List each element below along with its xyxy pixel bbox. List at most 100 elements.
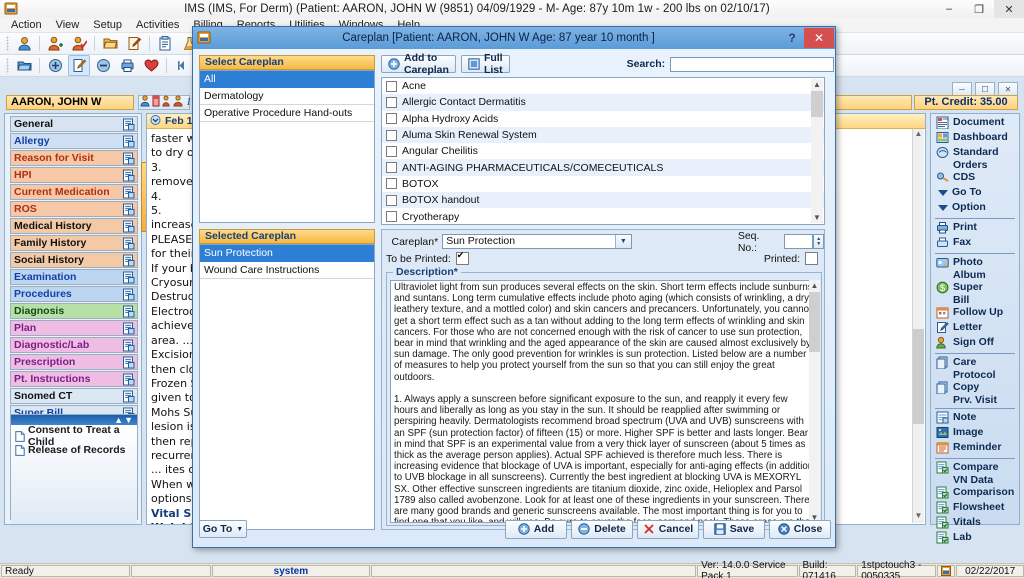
sidebar-item-reason-for-visit[interactable]: Reason for Visit xyxy=(10,150,138,166)
sidebar-item-print[interactable]: Print xyxy=(931,221,1019,236)
sidebar-item-care-protocol[interactable]: Care Protocol xyxy=(931,356,1019,381)
sidebar-item-prescription[interactable]: Prescription xyxy=(10,354,138,370)
sidebar-item-document[interactable]: Document xyxy=(931,116,1019,131)
favorite-icon[interactable] xyxy=(140,55,162,76)
sidebar-item-option[interactable]: Option xyxy=(931,201,1019,216)
dialog-close-button[interactable]: ✕ xyxy=(804,28,834,48)
description-scrollbar[interactable]: ▲ ▼ xyxy=(809,280,820,523)
selected-careplan-list[interactable]: Sun Protection Wound Care Instructions xyxy=(199,244,375,530)
close-button[interactable]: Close xyxy=(769,519,831,539)
menu-item-action[interactable]: Action xyxy=(4,18,49,33)
status-icon[interactable] xyxy=(937,565,956,577)
menu-item-setup[interactable]: Setup xyxy=(86,18,129,33)
note-list-icon[interactable] xyxy=(122,186,135,199)
sidebar-item-medical-history[interactable]: Medical History xyxy=(10,218,138,234)
list-item[interactable]: Release of Records xyxy=(11,443,137,457)
note-list-icon[interactable] xyxy=(122,339,135,352)
table-row[interactable]: BOTOX xyxy=(382,176,824,192)
to-be-printed-checkbox[interactable] xyxy=(455,250,469,265)
patient-icon[interactable] xyxy=(140,95,150,110)
careplan-scroll-thumb[interactable] xyxy=(811,91,823,117)
document-scroll-thumb[interactable] xyxy=(913,329,924,424)
sidebar-item-examination[interactable]: Examination xyxy=(10,269,138,285)
sidebar-item-note[interactable]: Note xyxy=(931,411,1019,426)
sidebar-item-reminder[interactable]: Reminder xyxy=(931,441,1019,456)
clipboard-icon[interactable] xyxy=(154,33,176,54)
sidebar-item-flowsheet[interactable]: Flowsheet xyxy=(931,501,1019,516)
description-scroll-thumb[interactable] xyxy=(809,292,820,352)
list-item[interactable]: Dermatology xyxy=(200,88,374,105)
restore-button[interactable]: ❐ xyxy=(964,0,994,18)
note-list-icon[interactable] xyxy=(122,390,135,403)
note-list-icon[interactable] xyxy=(122,271,135,284)
sidebar-item-plan[interactable]: Plan xyxy=(10,320,138,336)
menu-item-view[interactable]: View xyxy=(49,18,87,33)
sidebar-item-allergy[interactable]: Allergy xyxy=(10,133,138,149)
sidebar-item-family-history[interactable]: Family History xyxy=(10,235,138,251)
chevron-down-icon[interactable]: ▼ xyxy=(614,235,631,248)
careplan-checkbox[interactable] xyxy=(386,178,397,190)
sidebar-item-follow-up[interactable]: Follow Up xyxy=(931,306,1019,321)
add-record-icon[interactable] xyxy=(44,55,66,76)
sidebar-item-super-bill[interactable]: $ Super Bill xyxy=(931,281,1019,306)
scroll-up-icon[interactable]: ▲ xyxy=(809,280,820,291)
minimize-button[interactable]: – xyxy=(934,0,964,18)
edit-note-icon[interactable] xyxy=(123,33,145,54)
table-row[interactable]: Aluma Skin Renewal System xyxy=(382,126,824,144)
sidebar-item-dashboard[interactable]: Dashboard xyxy=(931,131,1019,146)
list-item[interactable]: Wound Care Instructions xyxy=(200,262,374,279)
printed-checkbox[interactable] xyxy=(805,252,818,265)
description-textarea[interactable]: Ultraviolet light from sun produces seve… xyxy=(390,280,818,523)
careplan-checkbox[interactable] xyxy=(386,113,397,125)
note-list-icon[interactable] xyxy=(122,203,135,216)
sidebar-item-pt-instructions[interactable]: Pt. Instructions xyxy=(10,371,138,387)
careplan-checkbox[interactable] xyxy=(386,145,397,157)
sidebar-item-lab[interactable]: Lab xyxy=(931,531,1019,546)
contact-icon[interactable] xyxy=(173,95,183,110)
sidebar-item-fax[interactable]: Fax xyxy=(931,236,1019,251)
open-chart-icon[interactable] xyxy=(13,55,35,76)
sidebar-item-procedures[interactable]: Procedures xyxy=(10,286,138,302)
scroll-down-icon[interactable]: ▼ xyxy=(913,511,924,523)
note-list-icon[interactable] xyxy=(122,152,135,165)
patient-check-icon[interactable] xyxy=(68,33,90,54)
expand-icon[interactable] xyxy=(150,114,161,128)
note-list-icon[interactable] xyxy=(122,305,135,318)
sidebar-item-current-medication[interactable]: Current Medication xyxy=(10,184,138,200)
sidebar-item-letter[interactable]: Letter xyxy=(931,321,1019,336)
table-row[interactable]: ANTI-AGING PHARMACEUTICALS/COMECEUTICALS xyxy=(382,159,824,176)
list-item[interactable]: Sun Protection xyxy=(200,245,374,262)
careplan-checkbox[interactable] xyxy=(386,194,397,206)
medication-icon[interactable] xyxy=(162,95,172,110)
toolbar-grip[interactable] xyxy=(6,36,9,51)
careplan-checkbox[interactable] xyxy=(386,96,397,108)
sidebar-item-sign-off[interactable]: Sign Off xyxy=(931,336,1019,351)
select-careplan-list[interactable]: All Dermatology Operative Procedure Hand-o… xyxy=(199,70,375,223)
sequence-spinner[interactable]: ▲ ▼ xyxy=(813,234,825,249)
list-item[interactable]: Consent to Treat a Child xyxy=(11,424,137,448)
sort-arrows-icon[interactable]: ▲▼ xyxy=(114,415,134,425)
careplan-checkbox[interactable] xyxy=(386,162,397,174)
careplan-checkbox-list[interactable]: Acne Allergic Contact Dermatitis Alpha Hyd… xyxy=(381,77,825,225)
sidebar-item-cds[interactable]: CDS xyxy=(931,171,1019,186)
note-list-icon[interactable] xyxy=(122,118,135,131)
sidebar-item-vitals[interactable]: Vitals xyxy=(931,516,1019,531)
careplan-checkbox[interactable] xyxy=(386,80,397,92)
table-row[interactable]: Cryotherapy xyxy=(382,208,824,224)
table-row[interactable]: BOTOX handout xyxy=(382,192,824,209)
close-button[interactable]: ✕ xyxy=(994,0,1024,18)
careplan-select[interactable]: Sun Protection ▼ xyxy=(442,234,632,249)
remove-record-icon[interactable] xyxy=(92,55,114,76)
search-input[interactable] xyxy=(670,56,835,72)
note-list-icon[interactable] xyxy=(122,356,135,369)
sidebar-item-social-history[interactable]: Social History xyxy=(10,252,138,268)
list-item[interactable]: Operative Procedure Hand-outs xyxy=(200,105,374,122)
document-scrollbar[interactable]: ▲ ▼ xyxy=(912,129,924,523)
edit-record-icon[interactable] xyxy=(68,55,90,76)
print-preview-icon[interactable] xyxy=(116,55,138,76)
table-row[interactable]: Allergic Contact Dermatitis xyxy=(382,94,824,111)
table-row[interactable]: Angular Cheilitis xyxy=(382,143,824,159)
patient-add-icon[interactable] xyxy=(44,33,66,54)
sidebar-item-image[interactable]: Image xyxy=(931,426,1019,441)
careplan-list-scrollbar[interactable]: ▲ ▼ xyxy=(811,79,823,223)
